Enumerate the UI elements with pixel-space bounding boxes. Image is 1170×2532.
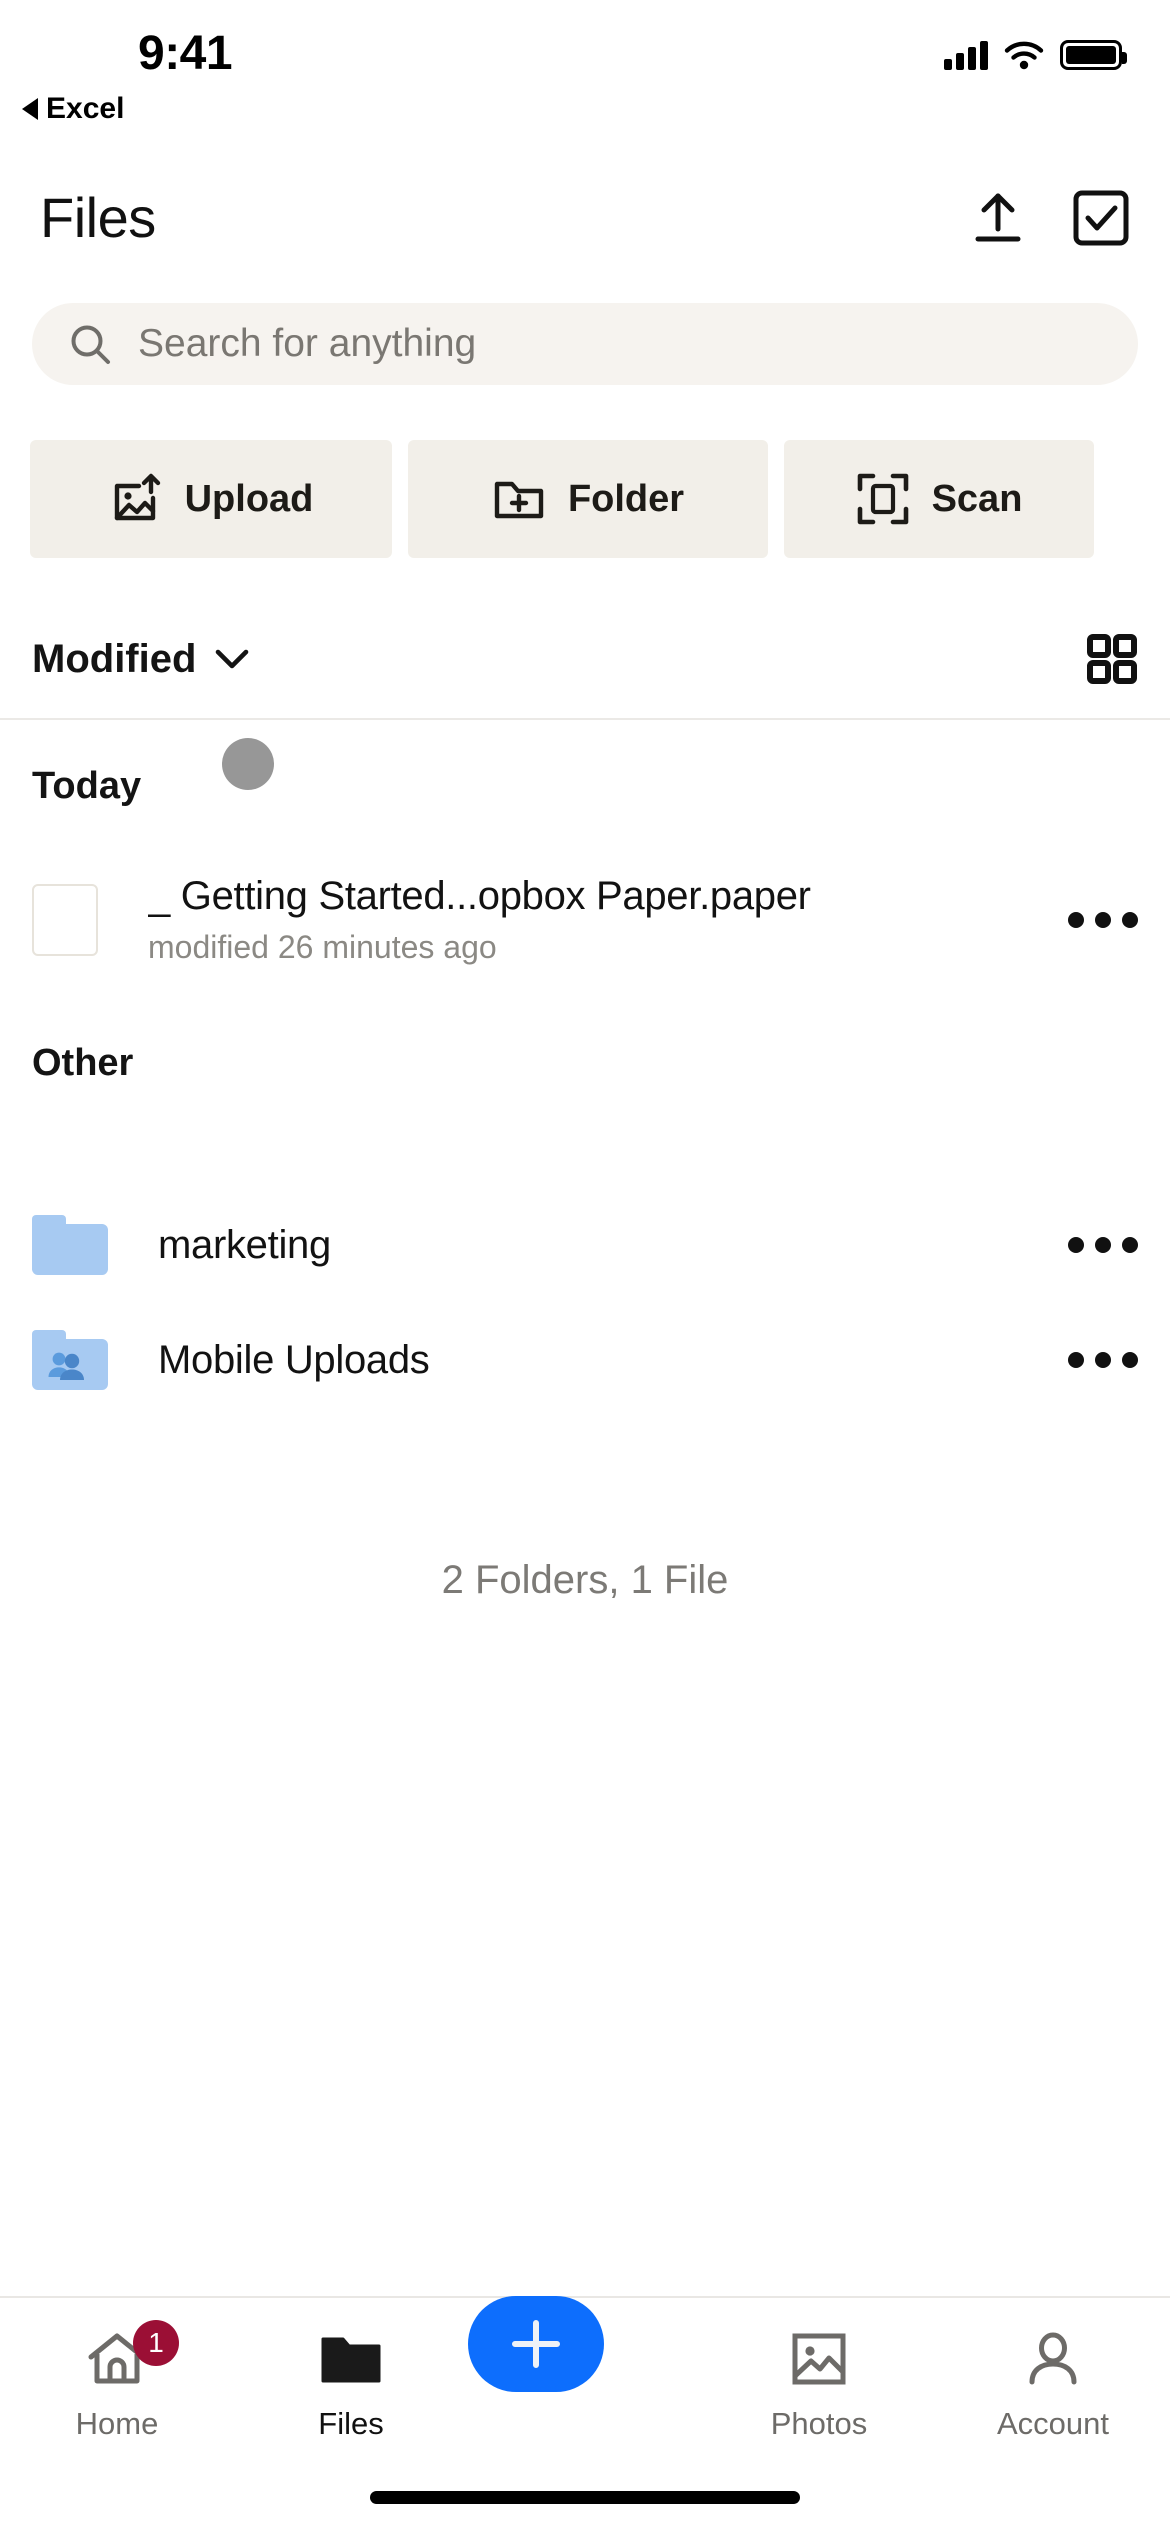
folder-button-label: Folder <box>567 477 685 520</box>
item-count-summary: 2 Folders, 1 File <box>441 1558 729 1602</box>
people-glyph-icon <box>48 1352 84 1380</box>
scan-button-label: Scan <box>931 477 1023 520</box>
list-item-name: Mobile Uploads <box>158 1337 430 1382</box>
status-bar: 9:41 <box>0 0 1170 100</box>
battery-icon <box>1060 40 1127 70</box>
wifi-icon <box>1004 41 1044 70</box>
back-arrow-icon <box>22 98 38 120</box>
tab-files[interactable]: Files <box>234 2328 468 2478</box>
page-header: Files <box>0 160 1170 275</box>
folder-filled-icon <box>320 2328 382 2390</box>
app-screen: 9:41 Excel Files Search for anything Upl… <box>0 0 1170 2532</box>
list-item-meta: Mobile Uploads <box>158 1338 1048 1383</box>
upload-button-label: Upload <box>184 477 314 520</box>
home-indicator <box>370 2491 800 2504</box>
tab-photos[interactable]: Photos <box>702 2328 936 2478</box>
tab-photos-label: Photos <box>770 2406 868 2441</box>
more-options-icon[interactable] <box>1048 1352 1138 1368</box>
list-item[interactable]: marketing <box>0 1190 1170 1300</box>
upload-icon[interactable] <box>970 189 1026 247</box>
quick-actions: Upload Folder Scan <box>30 440 1094 558</box>
folder-plus-icon <box>494 481 544 519</box>
plus-icon <box>512 2320 560 2368</box>
back-to-app-button[interactable]: Excel <box>22 92 124 126</box>
home-icon: 1 <box>85 2320 179 2390</box>
tab-home[interactable]: 1 Home <box>0 2320 234 2478</box>
more-options-icon[interactable] <box>1048 1237 1138 1253</box>
tab-account[interactable]: Account <box>936 2328 1170 2478</box>
list-item-name: marketing <box>158 1222 331 1267</box>
grid-view-icon[interactable] <box>1086 633 1138 685</box>
tab-home-label: Home <box>75 2406 159 2441</box>
search-icon <box>71 325 110 364</box>
folder-button[interactable]: Folder <box>408 440 768 558</box>
create-new-button[interactable] <box>468 2296 604 2392</box>
sort-and-view-bar: Modified <box>0 600 1170 720</box>
search-input[interactable]: Search for anything <box>32 303 1138 385</box>
status-icons <box>944 40 1127 70</box>
tab-account-label: Account <box>996 2406 1109 2441</box>
tab-files-label: Files <box>318 2406 384 2441</box>
folder-icon <box>32 1215 108 1275</box>
upload-button[interactable]: Upload <box>30 440 392 558</box>
scan-document-icon <box>857 473 908 525</box>
back-to-app-label: Excel <box>46 92 125 125</box>
page-title: Files <box>40 186 156 249</box>
section-header-other: Other <box>32 1042 134 1084</box>
person-icon <box>1024 2328 1082 2390</box>
home-badge: 1 <box>133 2320 179 2366</box>
image-upload-icon <box>114 473 160 521</box>
header-actions <box>970 189 1130 247</box>
paper-document-thumbnail <box>32 884 98 956</box>
touch-indicator <box>222 738 274 790</box>
status-time: 9:41 <box>138 27 233 80</box>
cellular-signal-icon <box>944 40 988 70</box>
shared-folder-icon <box>32 1330 108 1390</box>
search-placeholder: Search for anything <box>138 322 477 365</box>
list-item-subtitle: modified 26 minutes ago <box>148 929 497 965</box>
list-item-name: _ Getting Started...opbox Paper.paper <box>148 874 811 918</box>
list-item[interactable]: _ Getting Started...opbox Paper.paper mo… <box>0 855 1170 985</box>
section-header-today: Today <box>32 765 142 807</box>
photos-icon <box>790 2328 848 2390</box>
more-options-icon[interactable] <box>1048 912 1138 928</box>
select-checkbox-icon[interactable] <box>1072 189 1130 247</box>
chevron-down-icon[interactable] <box>212 646 252 672</box>
list-item[interactable]: Mobile Uploads <box>0 1305 1170 1415</box>
list-item-meta: marketing <box>158 1223 1048 1268</box>
sort-button-label[interactable]: Modified <box>32 637 196 682</box>
scan-button[interactable]: Scan <box>784 440 1094 558</box>
list-item-meta: _ Getting Started...opbox Paper.paper mo… <box>148 874 1048 966</box>
